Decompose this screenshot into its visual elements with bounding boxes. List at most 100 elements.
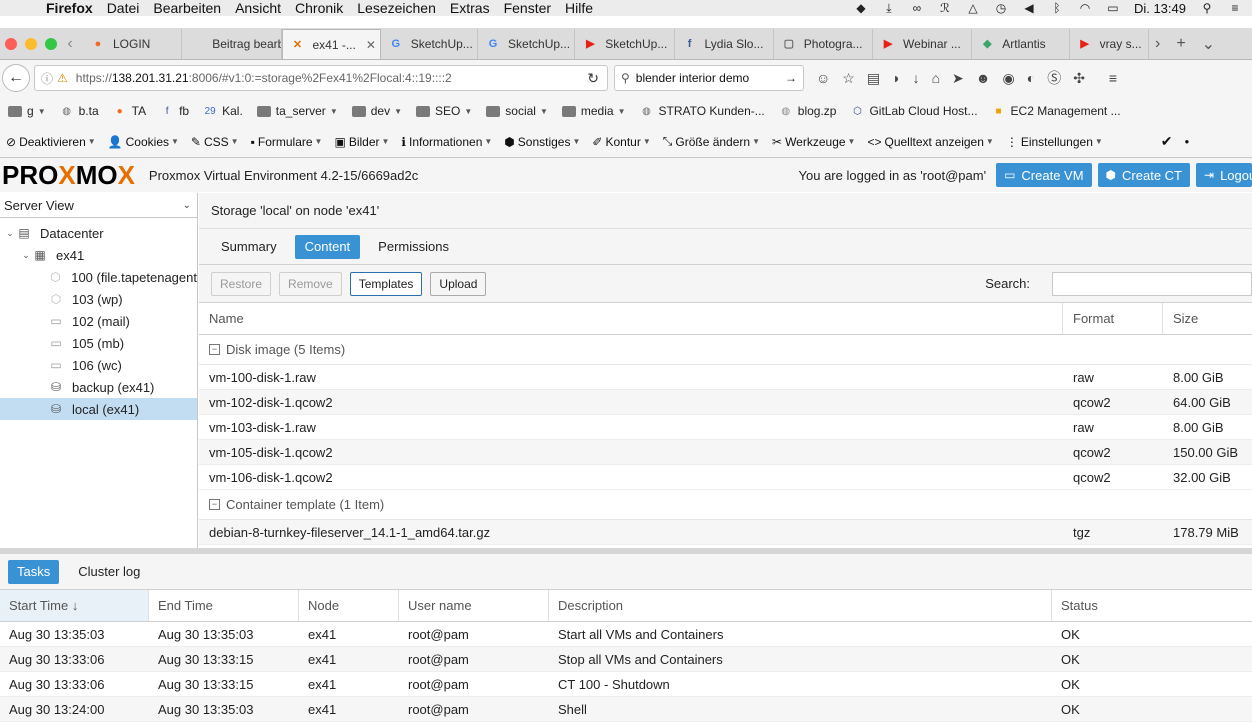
browser-tab[interactable]: G SketchUp... [478, 28, 576, 59]
tab-content[interactable]: Content [294, 234, 361, 259]
create-vm-button[interactable]: ▭ Create VM [996, 163, 1092, 187]
bookmark-item[interactable]: 29 Kal. [203, 104, 243, 118]
bookmark-item[interactable]: ⬡ GitLab Cloud Host... [850, 104, 977, 118]
group-header[interactable]: − Container template (1 Item) [199, 490, 1252, 520]
logout-button[interactable]: ⇥Logout [1196, 163, 1252, 187]
devtool-menu[interactable]: ✎ CSS ▼ [191, 135, 239, 149]
devtool-menu[interactable]: ⊘ Deaktivieren ▼ [6, 135, 96, 149]
spotlight-icon[interactable]: ⚲ [1200, 1, 1214, 15]
browser-tab[interactable]: G SketchUp... [381, 28, 479, 59]
browser-tab[interactable]: ▢ Photogra... [774, 28, 874, 59]
creative-cloud-icon[interactable]: ∞ [910, 1, 924, 15]
task-row[interactable]: Aug 30 13:33:06 Aug 30 13:33:15 ex41 root@p… [0, 672, 1252, 697]
tree-node[interactable]: ⬡ 100 (file.tapetenagent [0, 266, 197, 288]
send-icon[interactable]: ➤ [952, 70, 964, 87]
bookmark-item[interactable]: f fb [160, 104, 189, 118]
menu-hilfe[interactable]: Hilfe [565, 0, 593, 16]
menu-ansicht[interactable]: Ansicht [235, 0, 281, 16]
color-picker-icon[interactable]: ◉ [1003, 70, 1015, 87]
bookmark-item[interactable]: ■ EC2 Management ... [992, 104, 1121, 118]
create-ct-button[interactable]: ⬢ Create CT [1097, 163, 1190, 187]
extension-face-icon[interactable]: ☺ [816, 70, 830, 86]
templates-button[interactable]: Templates [349, 271, 423, 296]
devtool-menu[interactable]: ⬢ Sonstiges ▼ [504, 135, 580, 149]
bookmark-item[interactable]: ◍ b.ta [60, 104, 98, 118]
reading-list-icon[interactable]: ▤ [867, 70, 880, 87]
browser-tab[interactable]: Beitrag bearb... [182, 28, 282, 59]
home-icon[interactable]: ⌂ [932, 70, 940, 86]
browser-tab[interactable]: ▶ SketchUp... [575, 28, 675, 59]
bookmark-item[interactable]: media ▼ [561, 104, 626, 118]
new-tab-icon[interactable]: + [1176, 35, 1185, 53]
wifi-icon[interactable]: ◠ [1078, 1, 1092, 15]
tab-summary[interactable]: Summary [211, 235, 287, 259]
tab-permissions[interactable]: Permissions [368, 235, 459, 259]
tabs-scroll-left-icon[interactable]: ‹ [57, 35, 83, 53]
download-icon[interactable]: ⤓ [882, 1, 896, 16]
notification-center-icon[interactable]: ≡ [1228, 1, 1242, 15]
browser-tab[interactable]: ▶ vray s... [1070, 28, 1149, 59]
content-row[interactable]: vm-103-disk-1.raw raw 8.00 GiB [199, 415, 1252, 440]
tab-cluster-log[interactable]: Cluster log [69, 560, 149, 584]
reload-icon[interactable]: ↻ [587, 70, 599, 87]
menu-lesezeichen[interactable]: Lesezeichen [357, 0, 436, 16]
content-row[interactable]: debian-8-turnkey-fileserver_14.1-1_amd64… [199, 520, 1252, 545]
close-window-button[interactable] [5, 37, 17, 50]
drive-icon[interactable]: △ [966, 1, 980, 15]
menu-app-name[interactable]: Firefox [46, 0, 93, 16]
task-row[interactable]: Aug 30 13:33:06 Aug 30 13:33:15 ex41 root@p… [0, 647, 1252, 672]
hamburger-menu-icon[interactable]: ≡ [1109, 70, 1117, 86]
menu-fenster[interactable]: Fenster [504, 0, 551, 16]
pocket-icon[interactable]: ◗ [892, 70, 900, 86]
skype-icon[interactable]: Ⓢ [1047, 68, 1061, 88]
expand-toggle-icon[interactable]: ⌄ [4, 228, 16, 239]
tree-node[interactable]: ⛁ backup (ex41) [0, 376, 197, 398]
devtool-menu[interactable]: ▪ Formulare ▼ [251, 135, 323, 149]
devtool-menu[interactable]: ℹ Informationen ▼ [401, 135, 492, 149]
time-machine-icon[interactable]: ◷ [994, 1, 1008, 15]
content-row[interactable]: vm-100-disk-1.raw raw 8.00 GiB [199, 365, 1252, 390]
column-status[interactable]: Status [1052, 590, 1252, 621]
tree-node[interactable]: ⛁ local (ex41) [0, 398, 197, 420]
tree-node[interactable]: ▭ 102 (mail) [0, 310, 197, 332]
downloads-icon[interactable]: ↓ [913, 70, 920, 86]
column-size[interactable]: Size [1163, 303, 1252, 334]
chat-icon[interactable]: ☻ [976, 70, 991, 86]
tree-node[interactable]: ⬡ 103 (wp) [0, 288, 197, 310]
browser-tab[interactable]: ✕ ex41 -... ✕ [281, 28, 381, 59]
bookmark-item[interactable]: ◍ STRATO Kunden-... [640, 104, 765, 118]
zoom-window-button[interactable] [45, 37, 57, 50]
puzzle-icon[interactable]: ✣ [1073, 70, 1085, 87]
menu-chronik[interactable]: Chronik [295, 0, 343, 16]
browser-tab[interactable]: f Lydia Slo... [675, 28, 774, 59]
minimize-window-button[interactable] [25, 37, 37, 50]
devtool-menu[interactable]: <> Quelltext anzeigen ▼ [867, 135, 993, 149]
info-icon[interactable]: ⓘ [41, 70, 53, 87]
bookmark-item[interactable]: ◍ blog.zp [779, 104, 836, 118]
tab-tasks[interactable]: Tasks [8, 559, 60, 584]
task-row[interactable]: Aug 30 13:24:00 Aug 30 13:35:03 ex41 root@p… [0, 697, 1252, 722]
view-selector[interactable]: Server View ⌄ [0, 193, 197, 218]
tree-node[interactable]: ⌄ ▤ Datacenter [0, 222, 197, 244]
dropbox-icon[interactable]: ◆ [854, 1, 868, 15]
tree-node[interactable]: ▭ 106 (wc) [0, 354, 197, 376]
tree-node[interactable]: ▭ 105 (mb) [0, 332, 197, 354]
group-header[interactable]: − Disk image (5 Items) [199, 335, 1252, 365]
collapse-icon[interactable]: − [209, 344, 220, 355]
menu-bearbeiten[interactable]: Bearbeiten [153, 0, 221, 16]
task-row[interactable]: Aug 30 13:35:03 Aug 30 13:35:03 ex41 root@p… [0, 622, 1252, 647]
content-row[interactable]: vm-106-disk-1.qcow2 qcow2 32.00 GiB [199, 465, 1252, 490]
bookmark-item[interactable]: social ▼ [486, 104, 548, 118]
menu-datei[interactable]: Datei [107, 0, 140, 16]
close-tab-icon[interactable]: ✕ [366, 38, 376, 52]
bookmark-item[interactable]: dev ▼ [351, 104, 402, 118]
content-row[interactable]: vm-105-disk-1.qcow2 qcow2 150.00 GiB [199, 440, 1252, 465]
list-all-tabs-icon[interactable]: ⌄ [1202, 34, 1215, 54]
back-button[interactable]: ← [2, 64, 30, 92]
remove-button[interactable]: Remove [279, 271, 342, 296]
tabs-scroll-right-icon[interactable]: › [1155, 35, 1160, 53]
devtool-menu[interactable]: ✂ Werkzeuge ▼ [772, 135, 855, 149]
dot-icon[interactable]: ● [1185, 137, 1190, 146]
column-name[interactable]: Name [199, 303, 1063, 334]
content-row[interactable]: vm-102-disk-1.qcow2 qcow2 64.00 GiB [199, 390, 1252, 415]
